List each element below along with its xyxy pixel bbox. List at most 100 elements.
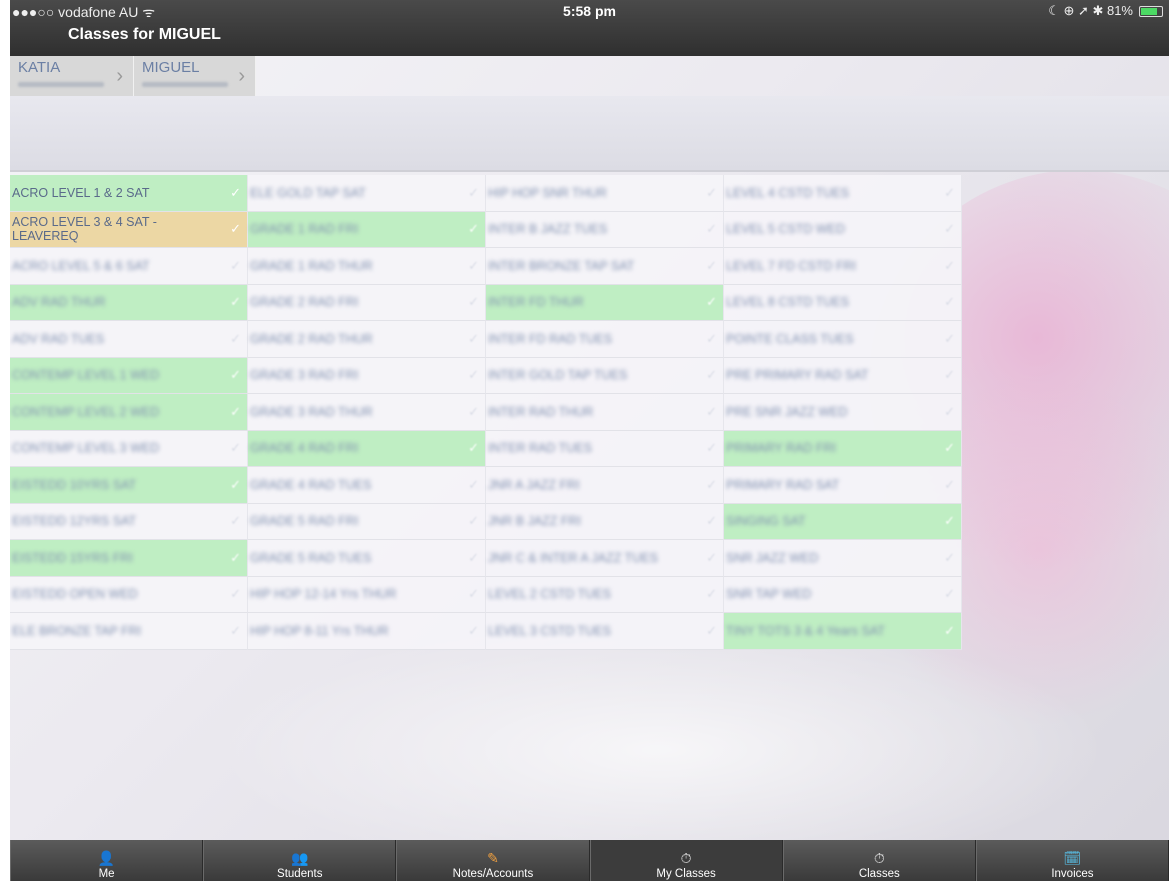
invoice-icon: 🗓: [1063, 850, 1082, 866]
tab-students[interactable]: 👥 Students: [203, 840, 397, 881]
class-cell[interactable]: GRADE 5 RAD FRI ✓: [248, 503, 486, 540]
class-cell[interactable]: POINTE CLASS TUES ✓: [724, 321, 962, 358]
checkmark-icon: ✓: [706, 476, 717, 492]
breadcrumb-name: MIGUEL: [142, 59, 200, 76]
class-cell[interactable]: JNR A JAZZ FRI ✓: [486, 467, 724, 504]
class-cell[interactable]: ACRO LEVEL 1 & 2 SAT ✓: [10, 175, 248, 212]
tab-me[interactable]: 👤 Me: [10, 840, 204, 881]
class-cell[interactable]: PRIMARY RAD SAT ✓: [724, 467, 962, 504]
class-cell[interactable]: ELE GOLD TAP SAT ✓: [248, 175, 486, 212]
class-name: INTER RAD TUES: [488, 441, 592, 456]
class-cell[interactable]: CONTEMP LEVEL 2 WED ✓: [10, 394, 248, 431]
class-name: ADV RAD TUES: [12, 331, 105, 346]
checkmark-icon: ✓: [468, 513, 479, 529]
class-cell[interactable]: INTER B JAZZ TUES ✓: [486, 211, 724, 248]
class-name: GRADE 1 RAD THUR: [250, 258, 373, 273]
class-cell[interactable]: GRADE 4 RAD TUES ✓: [248, 467, 486, 504]
class-name: SNR JAZZ WED: [726, 550, 819, 565]
tab-my-classes[interactable]: ⏱ My Classes: [589, 840, 783, 881]
checkmark-icon: ✓: [944, 476, 955, 492]
class-cell[interactable]: HIP HOP 8-11 Yrs THUR ✓: [248, 613, 486, 650]
class-cell[interactable]: JNR B JAZZ FRI ✓: [486, 503, 724, 540]
checkmark-icon: ✓: [468, 367, 479, 383]
class-cell[interactable]: GRADE 2 RAD FRI ✓: [248, 284, 486, 321]
class-cell[interactable]: PRE PRIMARY RAD SAT ✓: [724, 357, 962, 394]
stopwatch-icon: ⏱: [873, 850, 885, 866]
class-cell[interactable]: ACRO LEVEL 3 & 4 SAT - LEAVEREQ ✓: [10, 211, 248, 248]
class-cell[interactable]: GRADE 1 RAD FRI ✓: [248, 211, 486, 248]
checkmark-icon: ✓: [468, 622, 479, 638]
class-name: TINY TOTS 3 & 4 Years SAT: [726, 623, 885, 638]
class-cell[interactable]: HIP HOP SNR THUR ✓: [486, 175, 724, 212]
breadcrumb-item-katia[interactable]: KATIA ›: [10, 56, 134, 96]
class-cell[interactable]: INTER RAD THUR ✓: [486, 394, 724, 431]
checkmark-icon: ✓: [706, 403, 717, 419]
class-cell[interactable]: EISTEDD 12YRS SAT ✓: [10, 503, 248, 540]
class-cell[interactable]: CONTEMP LEVEL 1 WED ✓: [10, 357, 248, 394]
tab-classes[interactable]: ⏱ Classes: [782, 840, 976, 881]
checkmark-icon: ✓: [706, 440, 717, 456]
class-cell[interactable]: INTER GOLD TAP TUES ✓: [486, 357, 724, 394]
class-cell[interactable]: GRADE 1 RAD THUR ✓: [248, 248, 486, 285]
class-name: INTER FD RAD TUES: [488, 331, 613, 346]
class-cell[interactable]: LEVEL 5 CSTD WED ✓: [724, 211, 962, 248]
class-cell[interactable]: INTER BRONZE TAP SAT ✓: [486, 248, 724, 285]
tab-notes-accounts[interactable]: ✎ Notes/Accounts: [396, 840, 590, 881]
class-cell[interactable]: ELE BRONZE TAP FRI ✓: [10, 613, 248, 650]
class-cell[interactable]: GRADE 3 RAD THUR ✓: [248, 394, 486, 431]
breadcrumb-name: KATIA: [18, 59, 61, 76]
class-name: EISTEDD 12YRS SAT: [12, 514, 137, 529]
class-cell[interactable]: GRADE 3 RAD FRI ✓: [248, 357, 486, 394]
class-cell[interactable]: INTER RAD TUES ✓: [486, 430, 724, 467]
class-cell[interactable]: INTER FD THUR ✓: [486, 284, 724, 321]
class-cell[interactable]: ADV RAD THUR ✓: [10, 284, 248, 321]
checkmark-icon: ✓: [468, 549, 479, 565]
checkmark-icon: ✓: [468, 586, 479, 602]
class-cell[interactable]: PRIMARY RAD FRI ✓: [724, 430, 962, 467]
status-indicator-text: ☾ ⊕ ➚ ✱ 81%: [1048, 3, 1133, 18]
class-cell[interactable]: SINGING SAT ✓: [724, 503, 962, 540]
class-cell[interactable]: EISTEDD 10YRS SAT ✓: [10, 467, 248, 504]
class-cell[interactable]: TINY TOTS 3 & 4 Years SAT ✓: [724, 613, 962, 650]
class-cell[interactable]: GRADE 4 RAD FRI ✓: [248, 430, 486, 467]
class-name: INTER RAD THUR: [488, 404, 594, 419]
class-cell[interactable]: LEVEL 4 CSTD TUES ✓: [724, 175, 962, 212]
class-name: CONTEMP LEVEL 1 WED: [12, 368, 160, 383]
class-name: GRADE 4 RAD FRI: [250, 441, 359, 456]
checkmark-icon: ✓: [706, 184, 717, 200]
class-cell[interactable]: LEVEL 2 CSTD TUES ✓: [486, 576, 724, 613]
class-name: SNR TAP WED: [726, 587, 812, 602]
class-cell[interactable]: LEVEL 8 CSTD TUES ✓: [724, 284, 962, 321]
class-cell[interactable]: EISTEDD 15YRS FRI ✓: [10, 540, 248, 577]
breadcrumb-item-miguel[interactable]: MIGUEL ›: [134, 56, 256, 96]
class-cell[interactable]: LEVEL 3 CSTD TUES ✓: [486, 613, 724, 650]
class-name: JNR B JAZZ FRI: [488, 514, 582, 529]
class-name: PRIMARY RAD SAT: [726, 477, 840, 492]
checkmark-icon: ✓: [468, 257, 479, 273]
class-cell[interactable]: EISTEDD OPEN WED ✓: [10, 576, 248, 613]
class-cell[interactable]: GRADE 2 RAD THUR ✓: [248, 321, 486, 358]
class-cell[interactable]: ADV RAD TUES ✓: [10, 321, 248, 358]
class-cell[interactable]: SNR JAZZ WED ✓: [724, 540, 962, 577]
tab-invoices[interactable]: 🗓 Invoices: [975, 840, 1169, 881]
class-cell[interactable]: GRADE 5 RAD TUES ✓: [248, 540, 486, 577]
checkmark-icon: ✓: [468, 440, 479, 456]
class-cell[interactable]: INTER FD RAD TUES ✓: [486, 321, 724, 358]
class-cell[interactable]: HIP HOP 12-14 Yrs THUR ✓: [248, 576, 486, 613]
class-name: ACRO LEVEL 5 & 6 SAT: [12, 258, 150, 273]
students-icon: 👥: [291, 850, 309, 866]
checkmark-icon: ✓: [230, 586, 241, 602]
class-cell[interactable]: PRE SNR JAZZ WED ✓: [724, 394, 962, 431]
class-cell[interactable]: JNR C & INTER A JAZZ TUES ✓: [486, 540, 724, 577]
class-cell[interactable]: ACRO LEVEL 5 & 6 SAT ✓: [10, 248, 248, 285]
class-column: HIP HOP SNR THUR ✓ INTER B JAZZ TUES ✓ INTER…: [486, 175, 724, 650]
battery-fill: [1141, 7, 1157, 15]
class-cell[interactable]: SNR TAP WED ✓: [724, 576, 962, 613]
class-name: GRADE 2 RAD FRI: [250, 295, 359, 310]
class-column: ELE GOLD TAP SAT ✓ GRADE 1 RAD FRI ✓ GRADE 1…: [248, 175, 486, 650]
class-name: CONTEMP LEVEL 3 WED: [12, 441, 160, 456]
class-name: INTER FD THUR: [488, 295, 584, 310]
notes-icon: ✎: [487, 850, 499, 866]
class-cell[interactable]: LEVEL 7 FD CSTD FRI ✓: [724, 248, 962, 285]
class-cell[interactable]: CONTEMP LEVEL 3 WED ✓: [10, 430, 248, 467]
